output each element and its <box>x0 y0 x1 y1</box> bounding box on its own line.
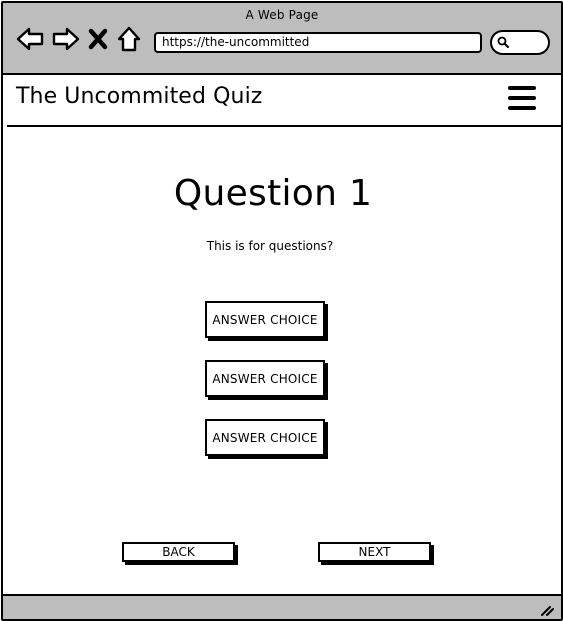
browser-window: A Web Page https://the-uncommitted The U… <box>1 1 563 621</box>
question-text: This is for questions? <box>206 239 334 253</box>
hamburger-menu-icon[interactable] <box>508 85 537 113</box>
search-icon <box>497 36 509 48</box>
url-input[interactable]: https://the-uncommitted <box>154 32 482 53</box>
answer-choice-button-3[interactable]: ANSWER CHOICE <box>205 419 325 456</box>
back-arrow-icon[interactable] <box>15 25 45 53</box>
answer-choice-button-2[interactable]: ANSWER CHOICE <box>205 360 325 397</box>
header-divider <box>7 125 561 127</box>
next-button[interactable]: NEXT <box>318 542 431 562</box>
resize-grip-icon[interactable] <box>540 604 554 616</box>
home-icon[interactable] <box>116 25 142 53</box>
search-field[interactable] <box>490 30 550 55</box>
status-bar <box>3 594 561 619</box>
app-header: The Uncommited Quiz <box>3 75 561 127</box>
answer-choice-button-1[interactable]: ANSWER CHOICE <box>205 301 325 338</box>
back-button[interactable]: BACK <box>122 542 235 562</box>
app-title: The Uncommited Quiz <box>16 84 263 109</box>
window-title: A Web Page <box>245 8 319 22</box>
close-x-icon[interactable] <box>87 25 109 53</box>
question-title: Question 1 <box>173 173 373 214</box>
forward-arrow-icon[interactable] <box>51 25 81 53</box>
browser-toolbar: A Web Page https://the-uncommitted <box>3 3 561 75</box>
